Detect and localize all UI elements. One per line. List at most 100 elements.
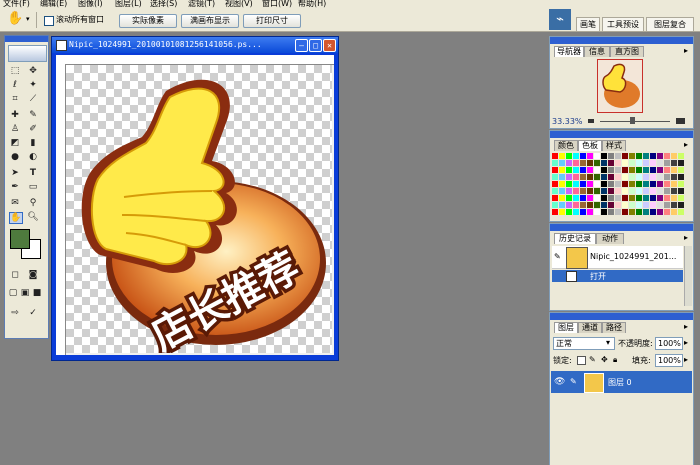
color-swatch[interactable] <box>650 188 656 194</box>
marquee-tool-icon[interactable]: ⬚ <box>9 66 21 76</box>
color-swatch[interactable] <box>629 160 635 166</box>
menu-view[interactable]: 视图(V) <box>225 0 253 9</box>
tab-histogram[interactable]: 直方图 <box>610 46 644 57</box>
color-swatch[interactable] <box>608 174 614 180</box>
layers-titlebar[interactable] <box>550 313 693 320</box>
shape-tool-icon[interactable]: ▭ <box>27 182 39 192</box>
color-swatch[interactable] <box>636 188 642 194</box>
color-swatch[interactable] <box>622 195 628 201</box>
color-swatch[interactable] <box>678 209 684 215</box>
color-swatch[interactable] <box>622 174 628 180</box>
color-swatch[interactable] <box>594 195 600 201</box>
foreground-color-swatch[interactable] <box>10 229 30 249</box>
color-swatch[interactable] <box>566 160 572 166</box>
color-swatch[interactable] <box>580 209 586 215</box>
history-brush-source-icon[interactable]: ✎ <box>554 252 561 261</box>
tab-history[interactable]: 历史记录 <box>554 233 596 244</box>
color-swatch[interactable] <box>594 167 600 173</box>
color-swatch[interactable] <box>559 209 565 215</box>
menu-edit[interactable]: 编辑(E) <box>40 0 67 9</box>
color-swatch[interactable] <box>566 202 572 208</box>
color-swatch[interactable] <box>601 181 607 187</box>
eyedropper-tool-icon[interactable]: ⚲ <box>27 198 39 208</box>
color-swatch[interactable] <box>664 202 670 208</box>
scroll-all-checkbox[interactable] <box>44 16 54 26</box>
color-swatch[interactable] <box>622 153 628 159</box>
menu-file[interactable]: 文件(F) <box>3 0 30 9</box>
color-swatch[interactable] <box>657 153 663 159</box>
layer-brush-icon[interactable]: ✎ <box>570 377 577 386</box>
notes-tool-icon[interactable]: ✉ <box>9 198 21 208</box>
navigator-titlebar[interactable] <box>550 37 693 44</box>
hand-tool-icon[interactable]: ✋ <box>7 12 23 26</box>
color-swatch[interactable] <box>664 167 670 173</box>
color-swatch[interactable] <box>594 174 600 180</box>
color-swatch[interactable] <box>608 181 614 187</box>
color-swatch[interactable] <box>608 160 614 166</box>
menu-layer[interactable]: 图层(L) <box>115 0 142 9</box>
quick-mask-icon[interactable]: ◙ <box>27 270 39 280</box>
color-swatch[interactable] <box>559 153 565 159</box>
color-swatch[interactable] <box>650 167 656 173</box>
fit-screen-button[interactable]: 满画布显示 <box>181 14 239 28</box>
color-swatch[interactable] <box>559 167 565 173</box>
color-swatch[interactable] <box>678 202 684 208</box>
color-swatch[interactable] <box>608 167 614 173</box>
lasso-tool-icon[interactable]: ℓ <box>9 80 21 90</box>
zoom-out-icon[interactable] <box>588 119 594 123</box>
color-swatch[interactable] <box>587 188 593 194</box>
swatches-titlebar[interactable] <box>550 131 693 138</box>
gradient-tool-icon[interactable]: ▮ <box>27 138 39 148</box>
color-swatch[interactable] <box>559 195 565 201</box>
color-swatch[interactable] <box>587 160 593 166</box>
color-swatch[interactable] <box>678 160 684 166</box>
color-swatch[interactable] <box>608 209 614 215</box>
history-brush-icon[interactable]: ✐ <box>27 124 39 134</box>
minimize-button[interactable]: – <box>295 39 308 52</box>
color-swatch[interactable] <box>643 181 649 187</box>
swatch-grid[interactable] <box>552 153 691 218</box>
tab-info[interactable]: 信息 <box>584 46 610 57</box>
color-swatch[interactable] <box>601 160 607 166</box>
zoom-value[interactable]: 33.33% <box>552 117 583 126</box>
color-swatch[interactable] <box>552 160 558 166</box>
color-swatch[interactable] <box>601 174 607 180</box>
color-swatch[interactable] <box>650 174 656 180</box>
color-swatch[interactable] <box>643 195 649 201</box>
type-tool-icon[interactable]: T <box>27 168 39 178</box>
color-swatch[interactable] <box>615 188 621 194</box>
tab-channels[interactable]: 通道 <box>578 322 602 333</box>
color-swatch[interactable] <box>594 153 600 159</box>
tab-swatches[interactable]: 色板 <box>578 140 602 151</box>
standard-mode-icon[interactable]: ◻ <box>9 270 21 280</box>
panel-menu-icon[interactable]: ▸ <box>684 46 688 55</box>
color-swatch[interactable] <box>615 195 621 201</box>
opacity-dropdown-icon[interactable]: ▸ <box>684 338 688 347</box>
color-swatch[interactable] <box>580 160 586 166</box>
color-swatch[interactable] <box>580 202 586 208</box>
zoom-slider[interactable] <box>600 121 670 122</box>
color-swatch[interactable] <box>664 181 670 187</box>
menu-select[interactable]: 选择(S) <box>150 0 177 9</box>
history-titlebar[interactable] <box>550 224 693 231</box>
color-swatch[interactable] <box>587 181 593 187</box>
move-tool-icon[interactable]: ✥ <box>27 66 39 76</box>
path-selection-icon[interactable]: ➤ <box>9 168 21 178</box>
fill-dropdown-icon[interactable]: ▸ <box>684 355 688 364</box>
close-button[interactable]: ✕ <box>323 39 336 52</box>
color-swatch[interactable] <box>573 174 579 180</box>
slice-tool-icon[interactable]: ⟋ <box>27 94 39 104</box>
color-swatch[interactable] <box>573 181 579 187</box>
color-swatch[interactable] <box>587 209 593 215</box>
color-swatch[interactable] <box>594 181 600 187</box>
color-swatch[interactable] <box>594 188 600 194</box>
tab-color[interactable]: 颜色 <box>554 140 578 151</box>
adobe-online-icon[interactable]: ⌁ <box>549 9 571 30</box>
blend-mode-dropdown-icon[interactable]: ▾ <box>606 338 610 347</box>
color-swatch[interactable] <box>559 160 565 166</box>
color-swatch[interactable] <box>552 153 558 159</box>
screen-mode-full-icon[interactable]: ■ <box>31 288 43 298</box>
color-swatch[interactable] <box>608 202 614 208</box>
color-swatch[interactable] <box>650 209 656 215</box>
color-swatch[interactable] <box>594 209 600 215</box>
